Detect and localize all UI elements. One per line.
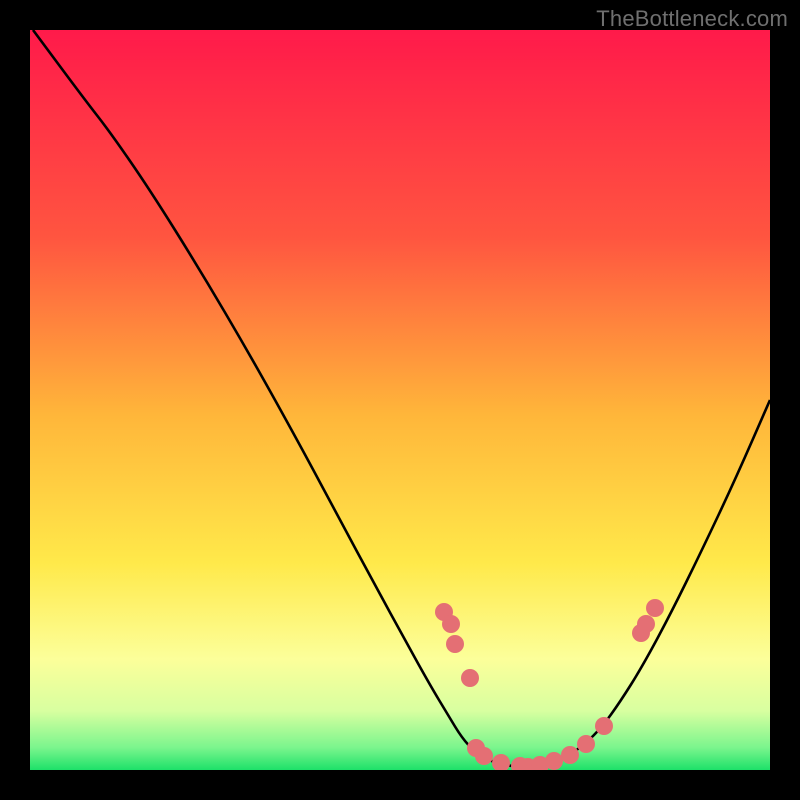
chart-svg [30, 30, 770, 770]
data-marker [646, 599, 664, 617]
gradient-bg [30, 30, 770, 770]
data-marker [545, 752, 563, 770]
data-marker [637, 615, 655, 633]
data-marker [577, 735, 595, 753]
data-marker [475, 747, 493, 765]
data-marker [461, 669, 479, 687]
chart-frame: TheBottleneck.com [0, 0, 800, 800]
watermark-text: TheBottleneck.com [596, 6, 788, 32]
data-marker [446, 635, 464, 653]
data-marker [595, 717, 613, 735]
plot-area [30, 30, 770, 770]
data-marker [442, 615, 460, 633]
data-marker [561, 746, 579, 764]
